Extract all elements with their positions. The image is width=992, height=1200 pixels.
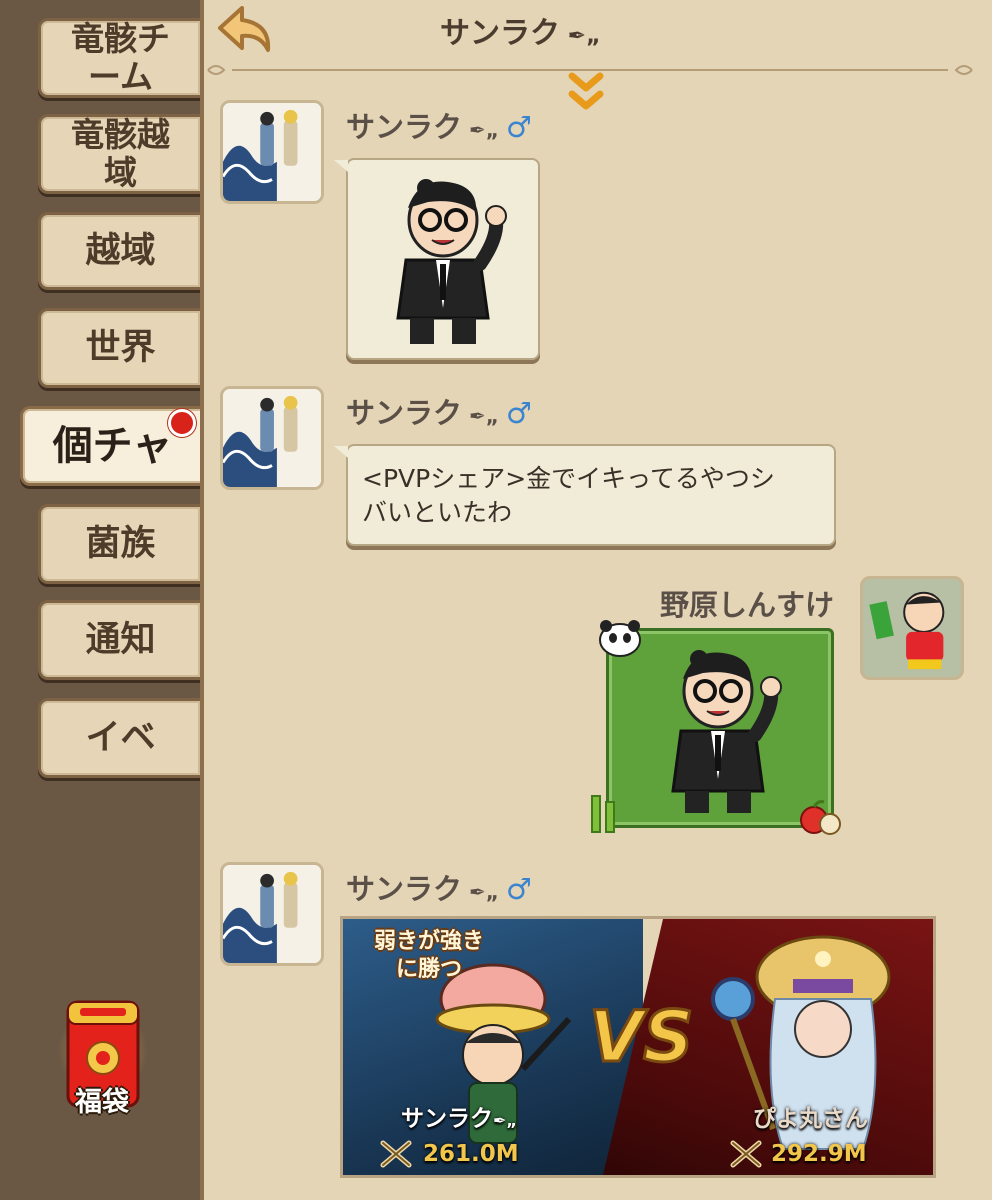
message-text-line: <PVPシェア>金でイキってるやつシ <box>362 464 775 493</box>
sender-name: サンラク ✒„ ♂ <box>346 866 532 908</box>
pvp-banner-line: 弱きが強き <box>373 929 484 954</box>
double-chevron-down-icon[interactable] <box>566 68 606 116</box>
pvp-banner: 弱きが強き に勝つ <box>354 928 504 992</box>
tab-dragon-team[interactable]: 竜骸チーム <box>38 18 200 98</box>
male-gender-icon: ♂ <box>505 396 532 430</box>
sender-name: 野原しんすけ <box>660 588 835 622</box>
chat-title-text: サンラク <box>440 16 560 51</box>
tab-label: 個チャ <box>52 423 173 469</box>
avatar[interactable] <box>220 100 324 204</box>
tab-dragon-cross-server[interactable]: 竜骸越域 <box>38 114 200 194</box>
sticker-man-glasses-image <box>396 179 507 344</box>
sticker-bubble[interactable] <box>346 158 540 360</box>
lucky-bag-label: 福袋 <box>75 1087 129 1118</box>
tab-label: 世界 <box>85 328 156 368</box>
sender-name-text: サンラク <box>346 396 463 430</box>
sender-name: サンラク ✒„ ♂ <box>346 390 532 432</box>
avatar[interactable] <box>220 386 324 490</box>
sender-name: サンラク ✒„ ♂ <box>346 104 532 146</box>
bubble-tail <box>334 446 348 458</box>
chat-title: サンラク ✒„ <box>440 8 740 52</box>
vs-text: VS <box>589 996 694 1078</box>
feather-icon: ✒„ <box>462 404 506 428</box>
notification-badge <box>168 409 196 437</box>
wave-avatar-image <box>223 389 321 487</box>
tab-world[interactable]: 世界 <box>38 308 200 388</box>
tab-guild[interactable]: 菌族 <box>38 504 200 584</box>
crossed-swords-icon <box>730 1140 762 1168</box>
vs-emblem: VS <box>588 995 696 1080</box>
pvp-right-character <box>711 935 891 1150</box>
tab-notice[interactable]: 通知 <box>38 600 200 680</box>
feather-icon: ✒„ <box>462 118 506 142</box>
text-message-bubble[interactable]: <PVPシェア>金でイキってるやつシ バいといたわ <box>346 444 836 546</box>
feather-icon: ✒„ <box>493 1111 517 1130</box>
sender-name-text: サンラク <box>346 872 463 906</box>
bubble-tail <box>334 160 348 172</box>
shinchan-avatar-image <box>863 579 961 677</box>
tab-label: 竜骸チーム <box>71 19 170 96</box>
apple-icon <box>800 800 841 835</box>
pvp-right-name: ぴよ丸さん <box>753 1106 868 1132</box>
wave-avatar-image <box>223 103 321 201</box>
sender-name-text: サンラク <box>346 110 463 144</box>
bamboo-icon <box>591 795 615 833</box>
tab-label: 越域 <box>85 231 156 271</box>
pvp-left-name-text: サンラク <box>401 1106 493 1132</box>
message-text-line: バいといたわ <box>362 498 513 527</box>
male-gender-icon: ♂ <box>505 110 532 144</box>
pvp-banner-line: に勝つ <box>395 957 462 982</box>
tab-label: 菌族 <box>85 524 156 564</box>
tab-cross-server[interactable]: 越域 <box>38 212 200 290</box>
feather-icon: ✒„ <box>462 880 506 904</box>
pvp-left-name: サンラク✒„ <box>401 1099 517 1133</box>
avatar[interactable] <box>860 576 964 680</box>
male-gender-icon: ♂ <box>505 872 532 906</box>
tab-event[interactable]: イベ <box>38 698 200 778</box>
back-arrow-icon[interactable] <box>214 2 278 58</box>
tab-label: イベ <box>85 718 156 758</box>
wave-avatar-image <box>223 865 321 963</box>
crossed-swords-icon <box>380 1140 412 1168</box>
feather-icon: ✒„ <box>560 24 601 49</box>
avatar[interactable] <box>220 862 324 966</box>
tab-label: 通知 <box>85 620 156 660</box>
panda-icon <box>599 620 641 657</box>
pvp-right-power: 292.9M <box>771 1141 867 1167</box>
tab-private-chat[interactable]: 個チャ <box>20 406 202 486</box>
tab-label: 竜骸越域 <box>71 115 170 192</box>
pvp-left-power: 261.0M <box>423 1141 519 1167</box>
